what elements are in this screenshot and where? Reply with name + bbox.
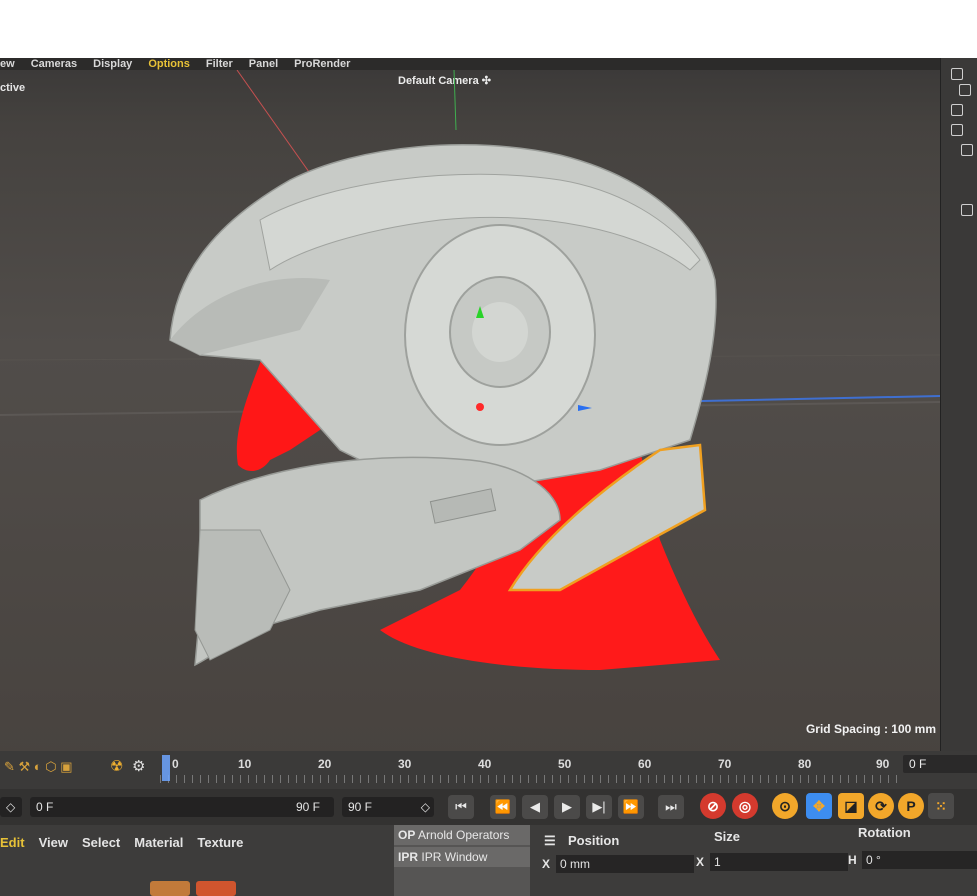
go-to-start-button[interactable]: ⏮	[448, 795, 474, 819]
keyframe-selection-icon[interactable]: ⊙	[772, 793, 798, 819]
timeline-tick: 80	[798, 757, 812, 771]
object-tree-icon[interactable]	[961, 204, 973, 216]
bottom-managers: Edit View Select Material Texture OP Arn…	[0, 825, 977, 896]
y-axis-line	[453, 70, 457, 131]
rotation-header: Rotation	[858, 825, 911, 840]
light-icon[interactable]	[951, 104, 963, 116]
position-x-field[interactable]: 0 mm	[556, 855, 694, 873]
autokey-icon[interactable]: ◎	[732, 793, 758, 819]
menu-display[interactable]: Display	[93, 58, 132, 70]
rotation-h-axis-label: H	[848, 853, 857, 867]
timeline-tick: 20	[318, 757, 332, 771]
tool-palette-icon[interactable]: ✎ ⚒ ◐ ⬡ ▣	[4, 759, 72, 775]
previous-frame-button[interactable]: ◀	[522, 795, 548, 819]
scene-render	[0, 70, 940, 670]
list-icon: ☰	[544, 833, 556, 848]
current-frame-field[interactable]: 0 F	[903, 755, 977, 773]
radiation-icon[interactable]: ☢	[110, 757, 123, 775]
timeline-ticks	[160, 775, 900, 783]
point-level-icon[interactable]: ⁙	[928, 793, 954, 819]
transport-bar: ◇ 0 F 90 F 90 F ◇ ⏮ ⏪ ◀ ▶ ▶| ⏩ ⏭ ⊘ ◎ ⊙ ✥ …	[0, 789, 977, 825]
timeline-tick: 30	[398, 757, 412, 771]
menu-select[interactable]: Select	[82, 835, 120, 850]
gear-icon[interactable]: ⚙	[132, 757, 145, 775]
timeline-ruler[interactable]: ✎ ⚒ ◐ ⬡ ▣ ☢ ⚙ 0 10 20 30 40 50 60 70 80 …	[0, 751, 977, 789]
render-tools-list: OP Arnold Operators IPR IPR Window	[394, 825, 530, 896]
timeline-tick: 10	[238, 757, 252, 771]
material-manager-menu: Edit View Select Material Texture	[0, 835, 243, 850]
object-tree-icon[interactable]	[961, 144, 973, 156]
timeline-tick: 50	[558, 757, 572, 771]
preview-range-slider[interactable]: 0 F 90 F	[30, 797, 334, 817]
perspective-viewport[interactable]: ctive Default Camera ✣ Grid Spacing: 10…	[0, 70, 940, 760]
record-keys-icon[interactable]: ⊘	[700, 793, 726, 819]
next-key-button[interactable]: ⏩	[618, 795, 644, 819]
move-key-icon[interactable]: ✥	[806, 793, 832, 819]
position-x-axis-label: X	[542, 857, 551, 871]
menu-panel[interactable]: Panel	[249, 58, 278, 70]
timeline-playhead[interactable]	[162, 755, 170, 781]
rotation-key-icon[interactable]: ⟳	[868, 793, 894, 819]
position-header: Position	[568, 833, 620, 848]
timeline-tick: 0	[172, 757, 179, 771]
size-header: Size	[714, 829, 741, 844]
scale-key-icon[interactable]: ◪	[838, 793, 864, 819]
next-frame-button[interactable]: ▶|	[586, 795, 612, 819]
menu-options[interactable]: Options	[148, 58, 190, 70]
menu-edit[interactable]: Edit	[0, 835, 25, 850]
rotation-h-field[interactable]: 0 °	[862, 851, 977, 869]
size-x-field[interactable]: 1	[710, 853, 848, 871]
timeline-tick: 60	[638, 757, 652, 771]
viewport-menu-bar: ew Cameras Display Options Filter Panel …	[0, 58, 940, 70]
object-manager-strip	[940, 58, 977, 798]
object-tree-icon[interactable]	[951, 124, 963, 136]
size-x-axis-label: X	[696, 855, 705, 869]
timeline-tick: 90	[876, 757, 890, 771]
menu-cameras[interactable]: Cameras	[31, 58, 77, 70]
menu-view[interactable]: View	[39, 835, 68, 850]
menu-texture[interactable]: Texture	[197, 835, 243, 850]
menu-view[interactable]: ew	[0, 58, 15, 70]
play-button[interactable]: ▶	[554, 795, 580, 819]
coordinates-manager: ☰ Position Size Rotation X 0 mm X 1 H 0 …	[540, 825, 977, 896]
previous-key-button[interactable]: ⏪	[490, 795, 516, 819]
end-frame-field[interactable]: 90 F ◇	[342, 797, 434, 817]
arnold-operators-item[interactable]: OP Arnold Operators	[394, 825, 530, 845]
timeline-tick: 40	[478, 757, 492, 771]
object-tree-icon[interactable]	[951, 68, 963, 80]
timeline-tick: 70	[718, 757, 732, 771]
menu-filter[interactable]: Filter	[206, 58, 233, 70]
parameter-key-icon[interactable]: P	[898, 793, 924, 819]
cinema4d-window: ew Cameras Display Options Filter Panel …	[0, 58, 977, 896]
material-swatch[interactable]	[150, 881, 190, 896]
pivot-red-handle	[476, 403, 484, 411]
grid-spacing-readout: Grid Spacing : 100 mm	[805, 722, 936, 736]
menu-prorender[interactable]: ProRender	[294, 58, 350, 70]
frame-stepper[interactable]: ◇	[0, 797, 22, 817]
ipr-window-item[interactable]: IPR IPR Window	[394, 847, 530, 867]
material-swatch[interactable]	[196, 881, 236, 896]
object-tree-icon[interactable]	[959, 84, 971, 96]
go-to-end-button[interactable]: ⏭	[658, 795, 684, 819]
menu-material[interactable]: Material	[134, 835, 183, 850]
